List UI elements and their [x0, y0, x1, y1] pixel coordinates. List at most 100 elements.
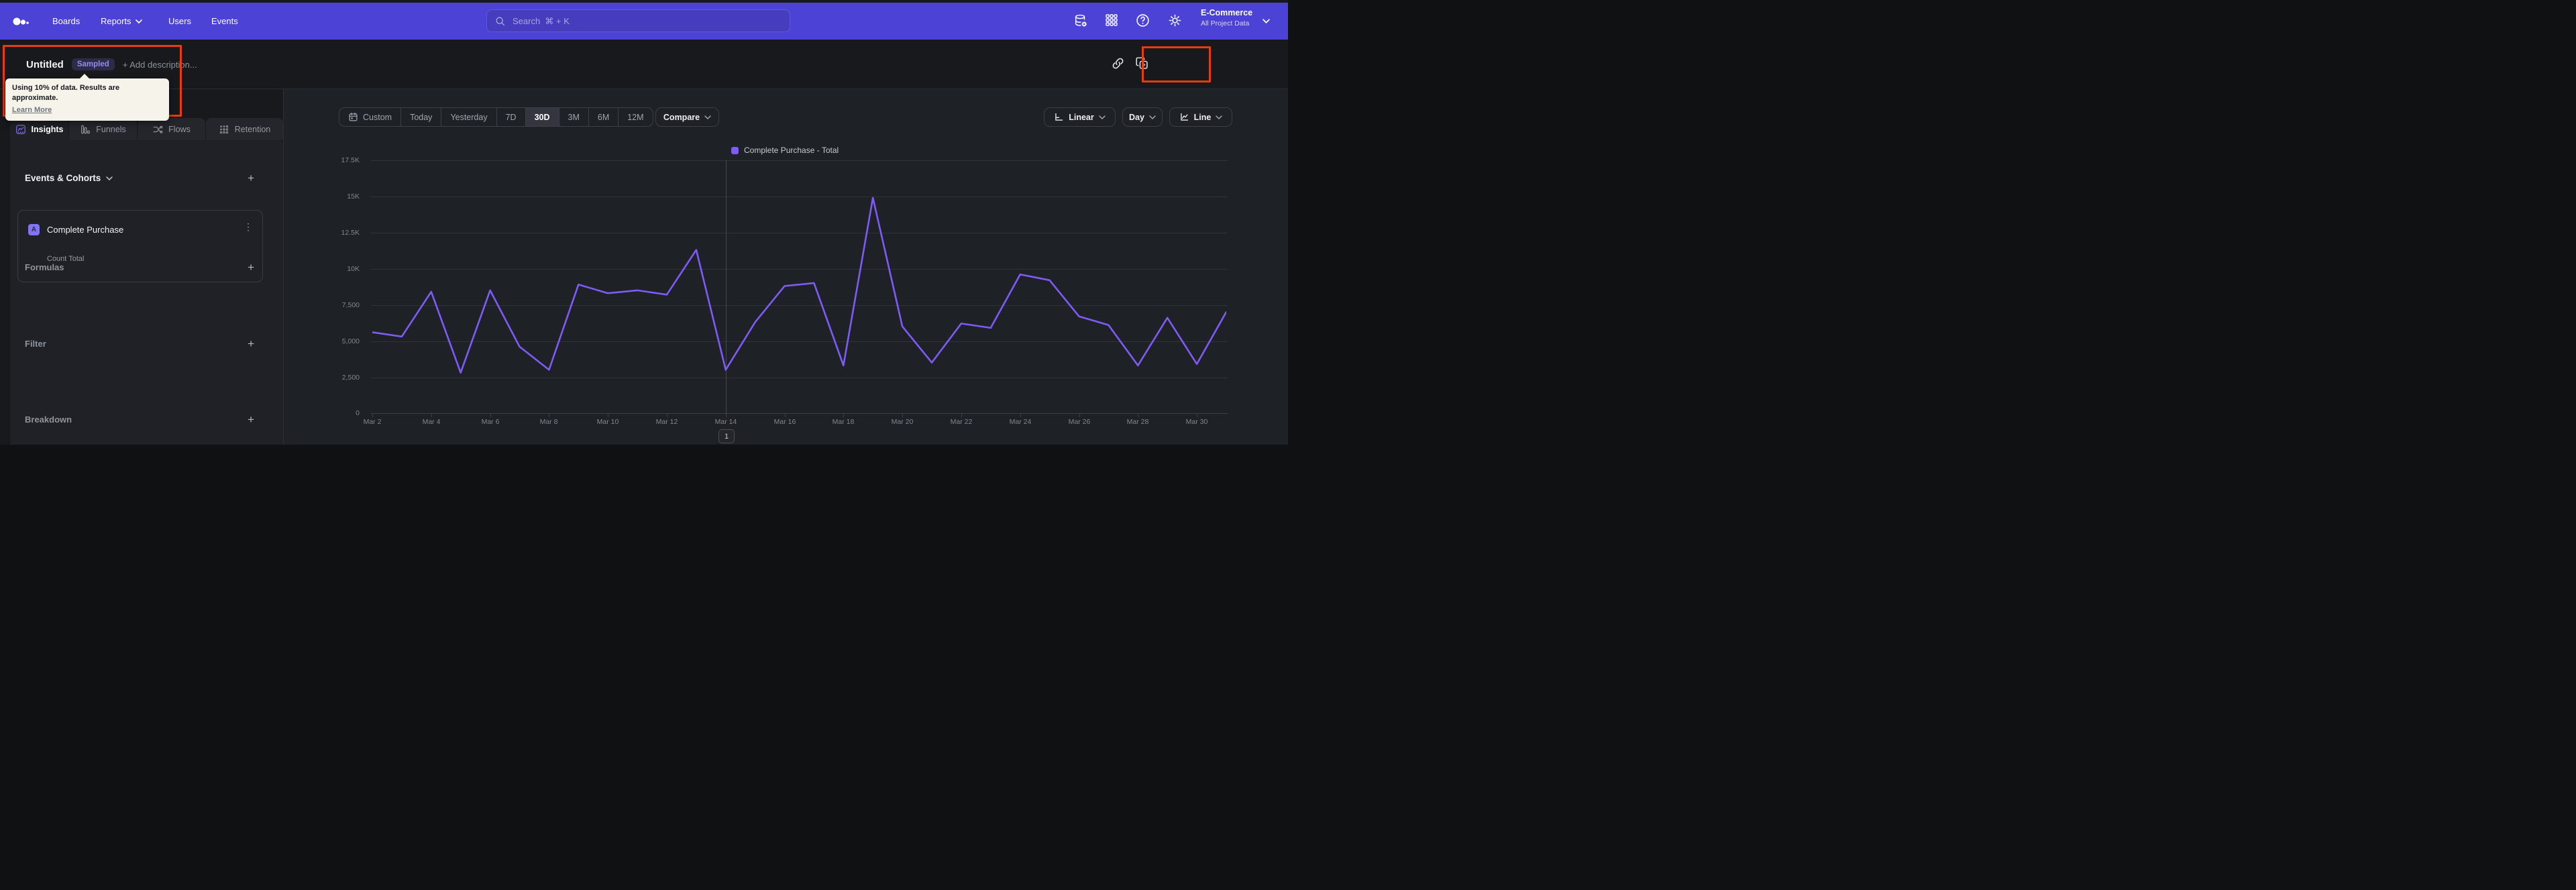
add-breakdown-button[interactable]: +	[248, 414, 254, 425]
x-axis-label: Mar 30	[1185, 418, 1208, 426]
section-label: Breakdown	[25, 414, 72, 425]
settings-gear-icon[interactable]	[1168, 13, 1183, 28]
add-formula-button[interactable]: +	[248, 262, 254, 273]
x-tick	[785, 414, 786, 417]
range-today[interactable]: Today	[401, 108, 442, 126]
x-axis-label: Mar 10	[596, 418, 619, 426]
chevron-down-icon	[704, 115, 711, 119]
duplicate-icon[interactable]	[1135, 56, 1150, 71]
nav-item-users[interactable]: Users	[168, 3, 191, 40]
chevron-down-icon	[1149, 115, 1156, 119]
sampled-badge[interactable]: Sampled	[71, 58, 115, 70]
compare-button[interactable]: Compare	[655, 107, 719, 127]
series-line	[372, 197, 1226, 374]
tooltip-message: Using 10% of data. Results are approxima…	[12, 84, 120, 102]
app: Boards Reports Users Events E-Commerce A…	[0, 0, 1288, 445]
legend-label: Complete Purchase - Total	[744, 146, 839, 155]
annotation-badge[interactable]: 1	[718, 429, 735, 443]
range-12m[interactable]: 12M	[619, 108, 652, 126]
x-tick	[843, 414, 844, 417]
x-axis-label: Mar 12	[655, 418, 678, 426]
range-7d[interactable]: 7D	[497, 108, 526, 126]
sampling-tooltip: Using 10% of data. Results are approxima…	[5, 74, 169, 121]
section-formulas: Formulas +	[25, 260, 254, 274]
y-axis-label: 0	[356, 409, 360, 417]
tooltip-caret	[79, 74, 90, 79]
section-label: Filter	[25, 338, 46, 349]
granularity-dropdown[interactable]: Day	[1122, 107, 1163, 127]
x-tick	[902, 414, 903, 417]
learn-more-link[interactable]: Learn More	[12, 106, 52, 114]
x-tick	[372, 414, 373, 417]
range-custom[interactable]: Custom	[339, 108, 402, 126]
x-axis-label: Mar 4	[422, 418, 441, 426]
funnels-icon	[81, 125, 91, 133]
chevron-down-icon	[1216, 115, 1223, 119]
section-filter: Filter +	[25, 336, 254, 351]
tab-retention[interactable]: Retention	[206, 118, 283, 140]
nav-item-events[interactable]: Events	[211, 3, 238, 40]
search-field[interactable]	[511, 15, 782, 27]
add-description[interactable]: + Add description...	[123, 60, 197, 70]
chevron-down-icon	[135, 19, 142, 23]
project-chevron-down-icon[interactable]	[1263, 19, 1270, 23]
apps-grid-icon[interactable]	[1105, 13, 1120, 28]
x-tick	[490, 414, 491, 417]
add-filter-button[interactable]: +	[248, 338, 254, 349]
chevron-down-icon	[106, 176, 113, 180]
x-axis-label: Mar 8	[539, 418, 558, 426]
y-axis-label: 2,500	[341, 374, 360, 382]
x-axis-label: Mar 18	[832, 418, 855, 426]
range-30d[interactable]: 30D	[525, 108, 559, 126]
calendar-icon	[349, 112, 358, 121]
linear-scale-icon	[1055, 113, 1063, 121]
data-management-icon[interactable]	[1073, 13, 1088, 28]
report-title[interactable]: Untitled	[26, 59, 64, 70]
line-chart	[372, 197, 1226, 374]
x-axis-label: Mar 6	[481, 418, 500, 426]
range-yesterday[interactable]: Yesterday	[441, 108, 497, 126]
nav-item-boards[interactable]: Boards	[52, 3, 80, 40]
x-axis-label: Mar 2	[363, 418, 382, 426]
insights-icon	[15, 124, 25, 134]
x-tick	[1079, 414, 1080, 417]
x-tick	[726, 414, 727, 417]
flows-icon	[153, 125, 163, 133]
tab-insights[interactable]: Insights	[10, 118, 68, 140]
x-axis-label: Mar 24	[1009, 418, 1032, 426]
x-axis-label: Mar 22	[950, 418, 973, 426]
x-tick	[961, 414, 962, 417]
report-toolbar: Untitled Sampled + Add description... ⋯ …	[0, 40, 1288, 112]
x-axis-label: Mar 26	[1068, 418, 1091, 426]
help-icon[interactable]	[1136, 13, 1150, 28]
scale-dropdown[interactable]: Linear	[1044, 107, 1116, 127]
retention-icon	[219, 125, 228, 133]
event-menu-button[interactable]: ⋮	[244, 221, 253, 233]
y-axis-label: 10K	[347, 265, 360, 273]
tab-flows[interactable]: Flows	[138, 118, 205, 140]
x-axis-line	[371, 413, 1228, 414]
range-6m[interactable]: 6M	[589, 108, 619, 126]
project-switcher[interactable]: E-Commerce All Project Data	[1201, 8, 1252, 27]
share-link-icon[interactable]	[1111, 56, 1126, 71]
add-event-button[interactable]: +	[248, 172, 254, 184]
x-axis-label: Mar 28	[1126, 418, 1149, 426]
y-axis-label: 15K	[347, 192, 360, 201]
y-axis-label: 17.5K	[341, 156, 360, 164]
mixpanel-logo-icon[interactable]	[13, 13, 30, 30]
x-axis-label: Mar 20	[891, 418, 914, 426]
nav-item-reports[interactable]: Reports	[101, 3, 142, 40]
project-name: E-Commerce	[1201, 8, 1253, 17]
y-axis-label: 7,500	[341, 301, 360, 309]
section-label: Formulas	[25, 262, 64, 272]
x-axis-label: Mar 16	[773, 418, 796, 426]
top-nav: Boards Reports Users Events E-Commerce A…	[0, 3, 1288, 40]
tab-funnels[interactable]: Funnels	[69, 118, 137, 140]
legend-item[interactable]: Complete Purchase - Total	[731, 146, 839, 155]
section-breakdown: Breakdown +	[25, 412, 254, 427]
range-3m[interactable]: 3M	[559, 108, 589, 126]
events-cohorts-header[interactable]: Events & Cohorts	[25, 173, 113, 183]
chart-type-dropdown[interactable]: Line	[1169, 107, 1232, 127]
x-tick	[431, 414, 432, 417]
search-input[interactable]	[486, 9, 790, 32]
